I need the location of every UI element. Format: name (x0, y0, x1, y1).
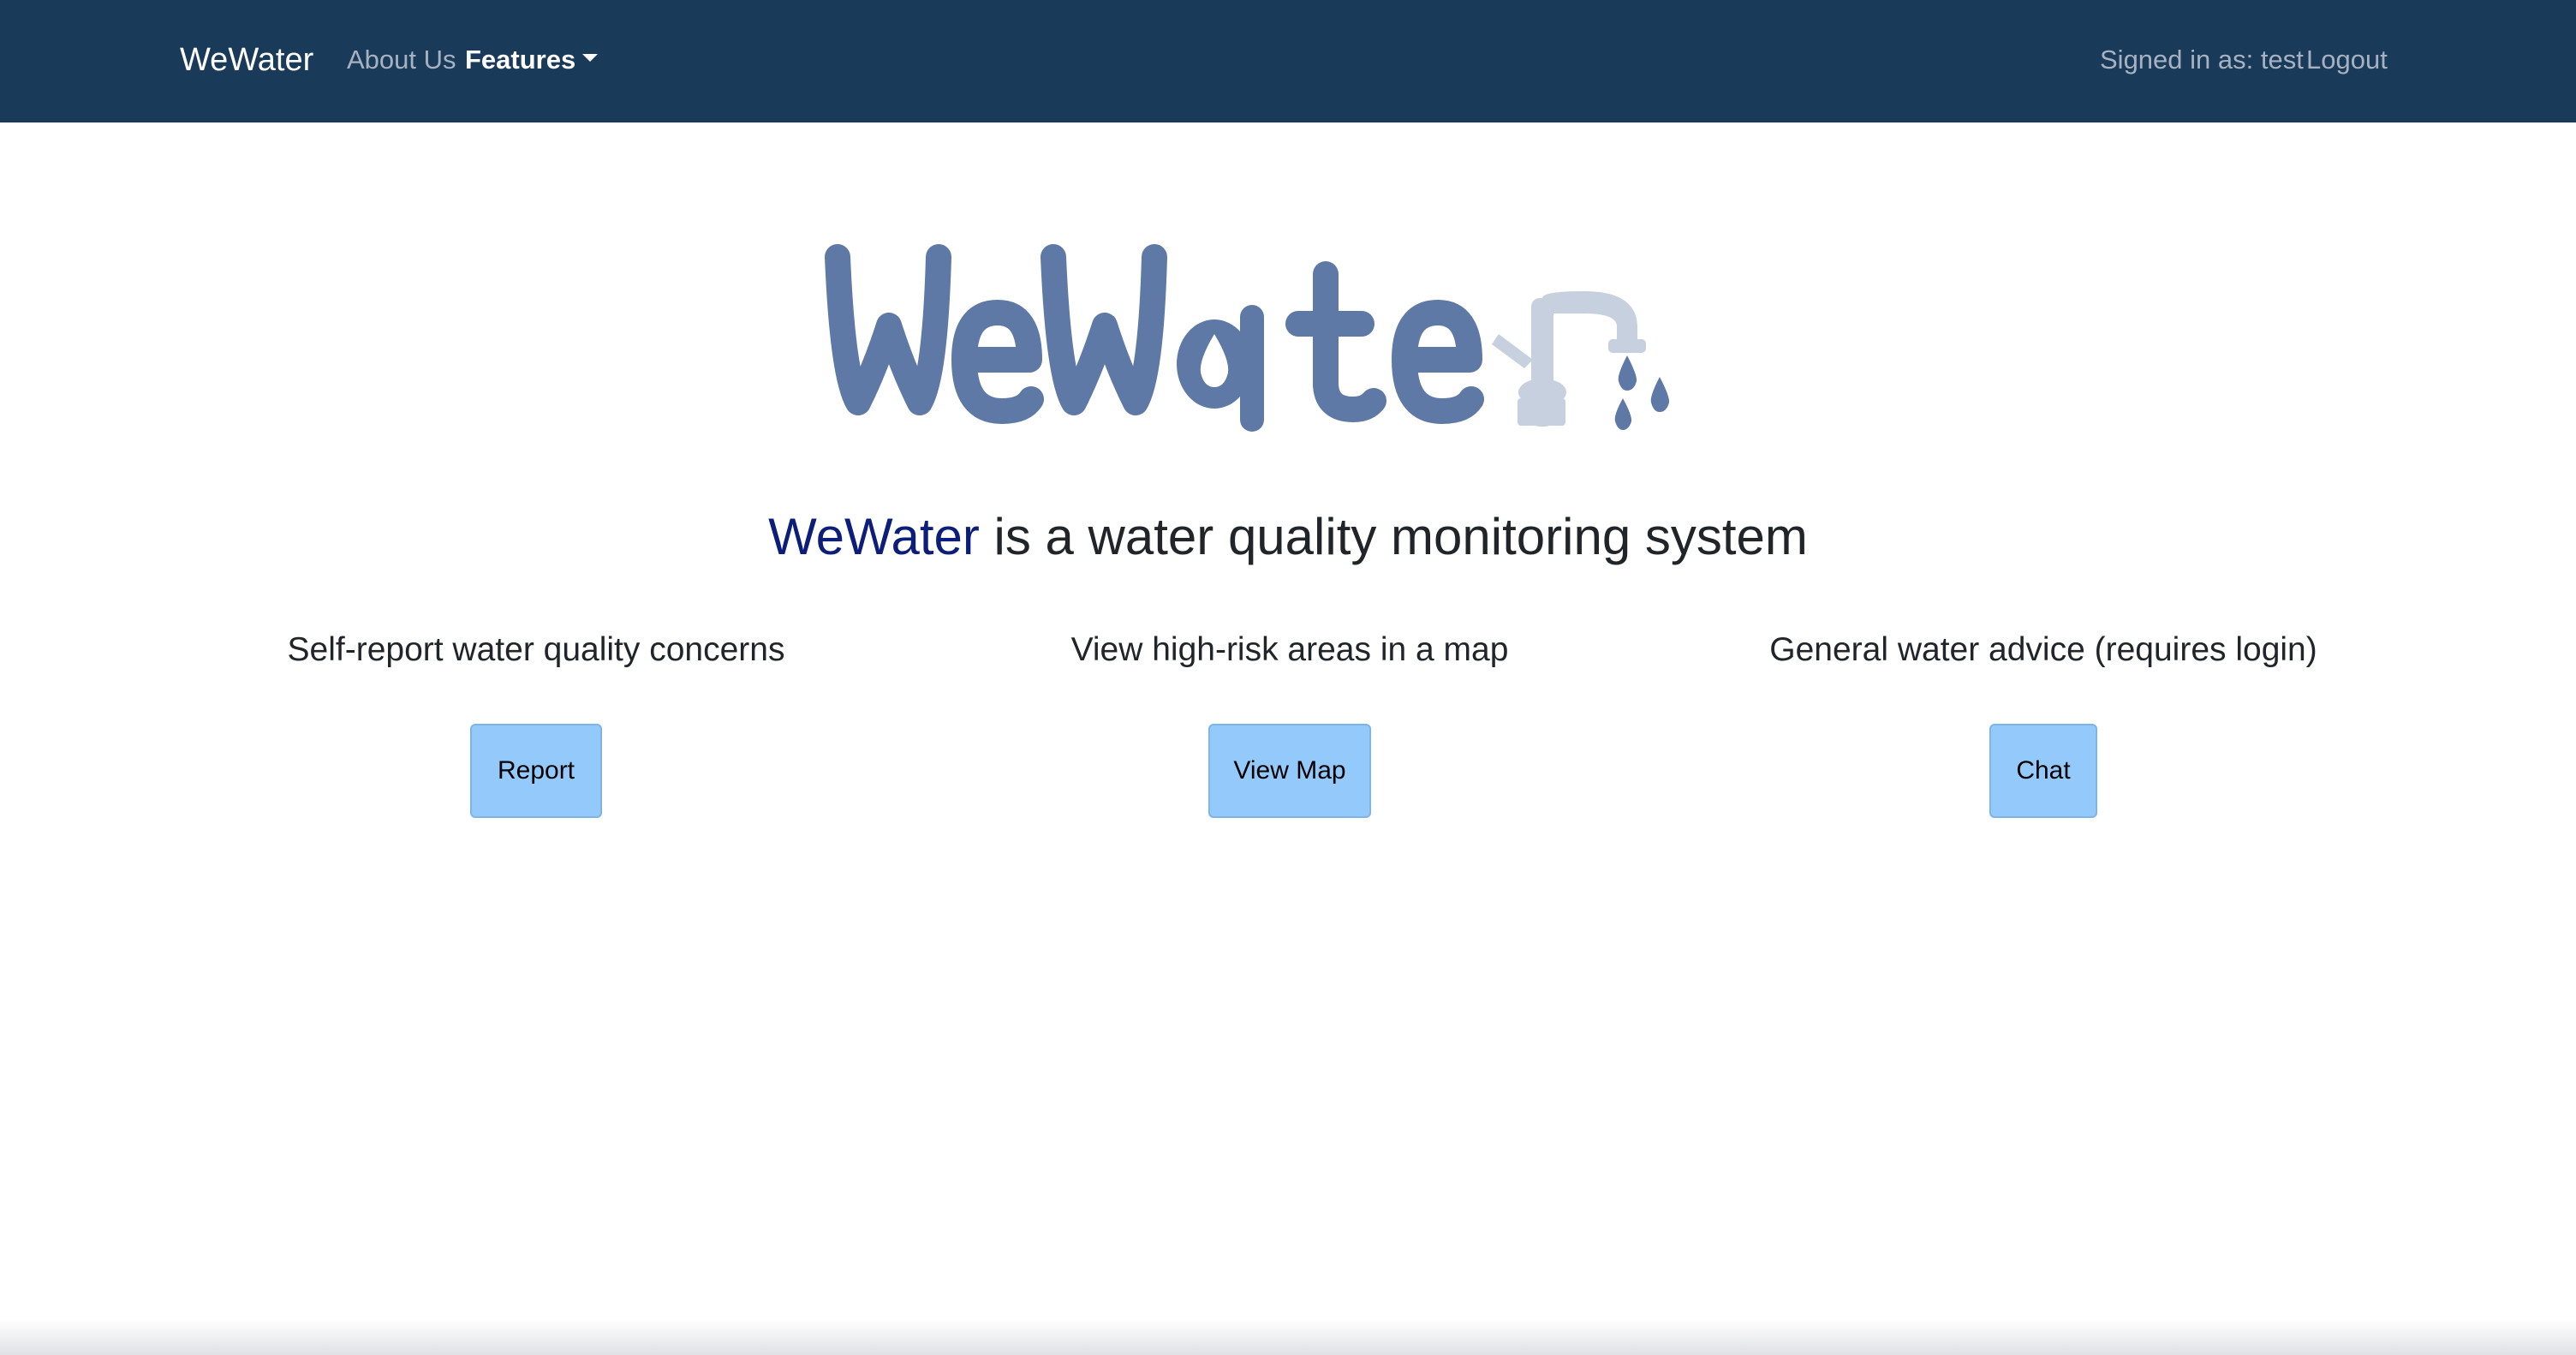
signed-in-status: Signed in as: test (2100, 45, 2304, 75)
hero-brand-name: WeWater (768, 508, 980, 565)
chat-button[interactable]: Chat (1989, 724, 2097, 818)
feature-title-report: Self-report water quality concerns (287, 631, 785, 668)
nav-features-dropdown[interactable]: Features (465, 43, 599, 77)
feature-title-map: View high-risk areas in a map (1070, 631, 1509, 668)
page-bottom-shadow (0, 1319, 2576, 1355)
hero-tagline: WeWater is a water quality monitoring sy… (0, 504, 2576, 570)
report-button[interactable]: Report (470, 724, 602, 818)
view-map-button[interactable]: View Map (1208, 724, 1371, 818)
feature-title-chat: General water advice (requires login) (1769, 631, 2317, 668)
top-navbar: WeWater About Us Features Signed in as: … (0, 0, 2576, 122)
caret-down-icon (582, 54, 599, 63)
wewater-logo (825, 244, 1670, 432)
logout-link[interactable]: Logout (2306, 43, 2388, 77)
navbar-brand[interactable]: WeWater (180, 39, 313, 81)
hero-tagline-text: is a water quality monitoring system (979, 508, 1808, 565)
nav-features-label: Features (465, 45, 576, 75)
nav-about-us[interactable]: About Us (347, 43, 456, 77)
